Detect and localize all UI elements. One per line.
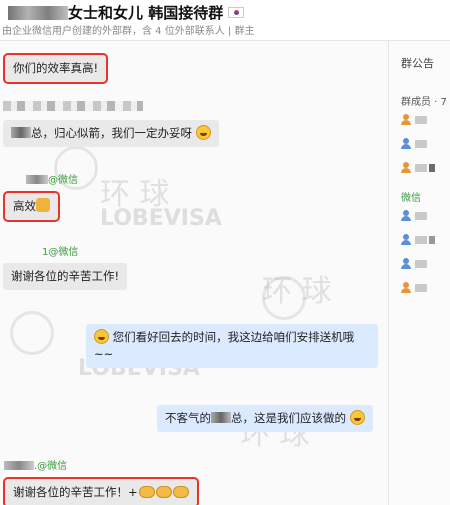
message-bubble[interactable]: 不客气的 总，这是我们应该做的 bbox=[157, 405, 373, 432]
redacted-name bbox=[26, 175, 48, 184]
watermark-cn: 环 球 bbox=[262, 274, 332, 309]
message-text: 谢谢各位的辛苦工作！+ bbox=[13, 485, 138, 499]
sender-tag: @微信 bbox=[26, 171, 78, 186]
group-sidebar: 群公告 群成员 · 7 微信 bbox=[388, 40, 450, 505]
watermark-cn: 环 球 bbox=[100, 177, 170, 212]
member-item[interactable] bbox=[401, 257, 449, 271]
grin-face-icon bbox=[195, 125, 211, 140]
message-text: ~~ bbox=[94, 347, 114, 361]
group-title: 女士和女儿 韩国接待群 bbox=[8, 2, 245, 23]
message-bubble[interactable]: 谢谢各位的辛苦工作！+ bbox=[3, 477, 199, 505]
message-text: 不客气的 bbox=[165, 411, 211, 425]
clap-hands-icon bbox=[155, 486, 172, 498]
message-text: 总，归心似箭，我们一定办妥呀 bbox=[31, 126, 192, 140]
redacted-sender bbox=[3, 101, 143, 111]
redacted-name bbox=[415, 260, 427, 268]
message-bubble[interactable]: 总，归心似箭，我们一定办妥呀 bbox=[3, 120, 219, 147]
watermark-globe-icon bbox=[262, 276, 306, 320]
sender-tag: .@微信 bbox=[4, 457, 67, 472]
redacted-name bbox=[415, 116, 427, 124]
message-text: 高效 bbox=[13, 199, 36, 213]
redacted-name bbox=[11, 127, 31, 138]
user-icon bbox=[401, 210, 411, 221]
message-text: 您们看好回去的时间，我这边给咱们安排送机哦 bbox=[112, 330, 355, 344]
user-icon bbox=[401, 114, 411, 125]
grin-face-icon bbox=[349, 410, 365, 425]
chat-header: 女士和女儿 韩国接待群 由企业微信用户创建的外部群，含 4 位外部联系人 | 群… bbox=[0, 0, 450, 40]
grin-face-icon bbox=[94, 329, 109, 344]
redacted-name bbox=[415, 212, 427, 220]
member-item[interactable] bbox=[401, 209, 449, 223]
korea-flag-icon bbox=[228, 7, 245, 18]
redacted-name bbox=[211, 412, 231, 423]
watermark-en: LOBEVISA bbox=[100, 206, 222, 231]
redacted-name bbox=[415, 236, 427, 244]
redacted-name bbox=[8, 6, 68, 20]
message-list[interactable]: 环 球 LOBEVISA 环 球 LOBEVISA 环 球 你们的效率真高! 总… bbox=[0, 40, 388, 505]
redacted-name bbox=[415, 284, 427, 292]
group-title-text: 女士和女儿 韩国接待群 bbox=[68, 4, 224, 22]
redacted-name bbox=[4, 461, 34, 470]
message-bubble[interactable]: 您们看好回去的时间，我这边给咱们安排送机哦 ~~ bbox=[86, 324, 378, 368]
redacted-name bbox=[415, 140, 427, 148]
sender-tag: 1@微信 bbox=[42, 247, 79, 258]
member-item[interactable] bbox=[401, 161, 449, 175]
message-text: 谢谢各位的辛苦工作! bbox=[11, 269, 120, 283]
member-item[interactable] bbox=[401, 281, 449, 295]
watermark-globe-icon bbox=[10, 311, 54, 355]
user-icon bbox=[401, 234, 411, 245]
message-bubble[interactable]: 高效 bbox=[3, 191, 60, 222]
member-item[interactable] bbox=[401, 137, 449, 151]
user-icon bbox=[401, 282, 411, 293]
wechat-section-label: 微信 bbox=[401, 193, 421, 204]
clap-hands-icon bbox=[138, 486, 155, 498]
user-icon bbox=[401, 138, 411, 149]
message-bubble[interactable]: 谢谢各位的辛苦工作! bbox=[3, 263, 128, 290]
clap-hands-icon bbox=[172, 486, 189, 498]
user-icon bbox=[401, 258, 411, 269]
message-text: 你们的效率真高! bbox=[13, 61, 99, 75]
group-announcement-link[interactable]: 群公告 bbox=[401, 55, 434, 71]
member-item[interactable] bbox=[401, 233, 449, 247]
user-icon bbox=[401, 162, 411, 173]
group-subtitle: 由企业微信用户创建的外部群，含 4 位外部联系人 | 群主 bbox=[2, 26, 255, 37]
message-bubble[interactable]: 你们的效率真高! bbox=[3, 53, 109, 84]
member-item[interactable] bbox=[401, 113, 449, 127]
group-members-label[interactable]: 群成员 · 7 bbox=[401, 93, 447, 108]
thumbs-up-icon bbox=[36, 198, 50, 212]
message-text: 总，这是我们应该做的 bbox=[231, 411, 346, 425]
redacted-name bbox=[415, 164, 427, 172]
